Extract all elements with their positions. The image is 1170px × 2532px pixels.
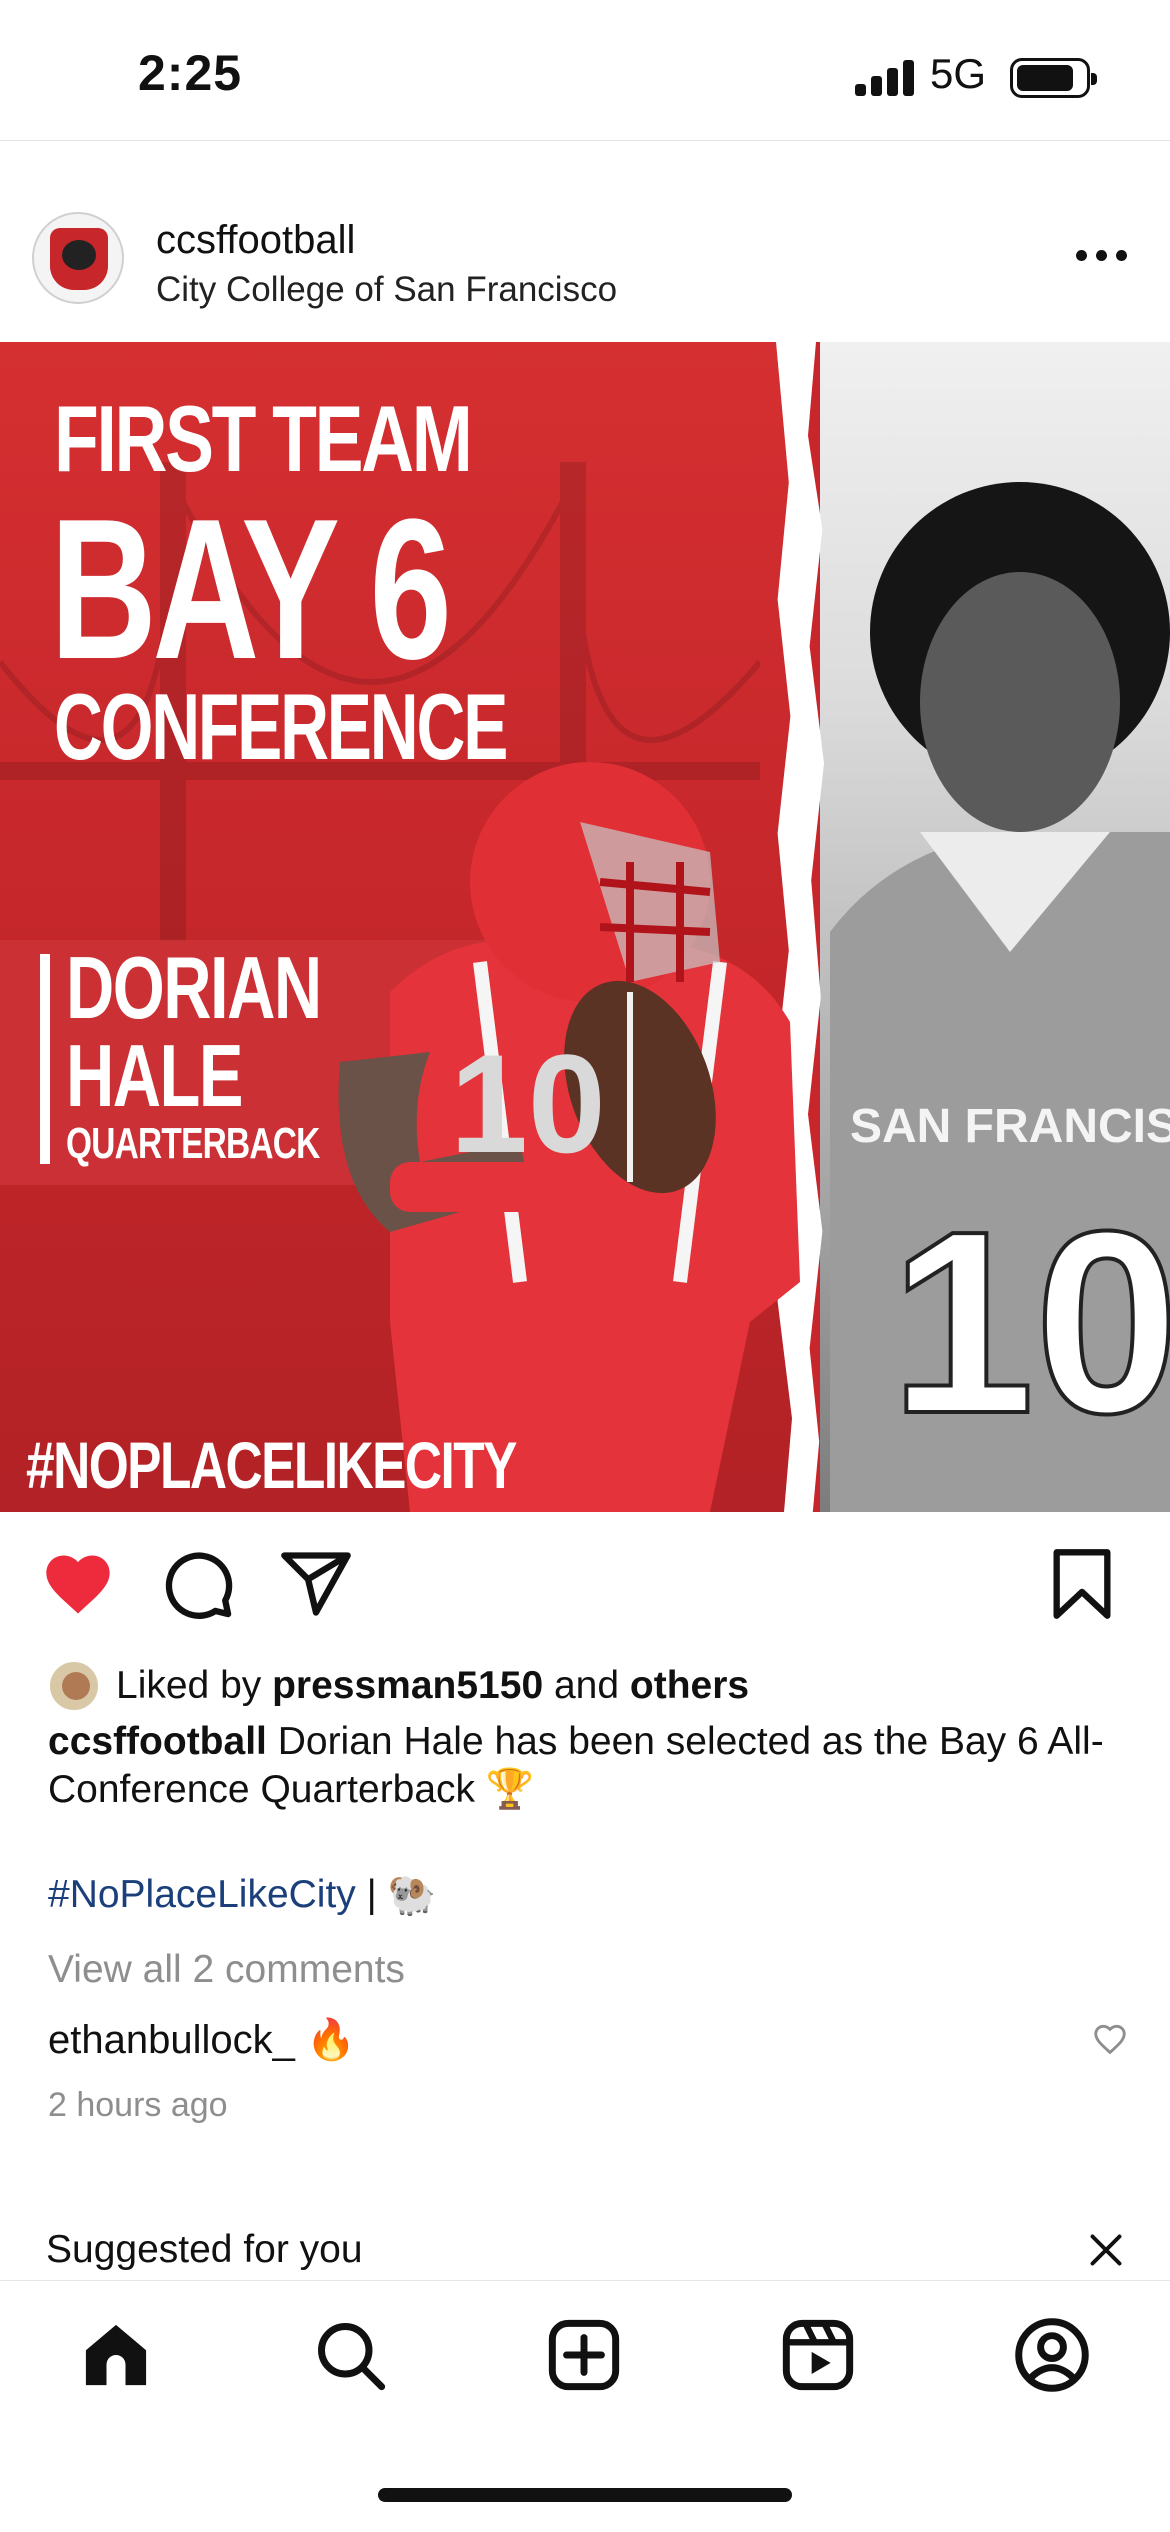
likes-connector: and xyxy=(553,1664,620,1707)
player-last-name: HALE xyxy=(66,1026,244,1125)
post-image[interactable]: FIRST TEAM BAY 6 CONFERENCE DORIAN HALE … xyxy=(0,342,1170,1512)
hashtag-separator: | xyxy=(366,1873,377,1916)
comment-username[interactable]: ethanbullock_ xyxy=(48,2018,295,2062)
likes-summary[interactable]: Liked by pressman5150 and others xyxy=(48,1656,749,1716)
header-divider xyxy=(0,140,1170,141)
post-header: ccsffootball City College of San Francis… xyxy=(0,190,1170,340)
post-location[interactable]: City College of San Francisco xyxy=(156,270,617,310)
profile-icon[interactable] xyxy=(1014,2317,1090,2393)
likes-user[interactable]: pressman5150 xyxy=(272,1664,543,1708)
view-comments-link[interactable]: View all 2 comments xyxy=(48,1948,405,1992)
home-indicator[interactable] xyxy=(378,2488,792,2502)
signal-bars-icon xyxy=(855,58,915,96)
hashtag-row: #NoPlaceLikeCity | 🐏 xyxy=(48,1872,436,1918)
status-bar: 2:25 5G xyxy=(0,0,1170,140)
jersey-number-right: 10 xyxy=(890,1178,1170,1468)
comment-like-icon[interactable] xyxy=(1090,2020,1130,2058)
jersey-text-right: SAN FRANCISCO xyxy=(850,1100,1170,1153)
post-actions xyxy=(0,1512,1170,1652)
post-caption: ccsffootball Dorian Hale has been select… xyxy=(48,1718,1128,1814)
player-portrait: SAN FRANCISCO 10 xyxy=(830,482,1170,1512)
search-icon[interactable] xyxy=(312,2317,388,2393)
hashtag-link[interactable]: #NoPlaceLikeCity xyxy=(48,1873,356,1917)
share-icon[interactable] xyxy=(278,1546,354,1622)
status-time: 2:25 xyxy=(138,45,243,101)
ram-emoji: 🐏 xyxy=(387,1874,437,1917)
player-first-name: DORIAN xyxy=(66,938,322,1037)
image-headline-1: FIRST TEAM xyxy=(54,386,473,491)
comment-row: ethanbullock_ 🔥 xyxy=(48,2016,356,2063)
comment-icon[interactable] xyxy=(160,1546,236,1622)
more-options-icon[interactable] xyxy=(1076,250,1128,264)
image-headline-3: CONFERENCE xyxy=(54,674,508,779)
likes-prefix: Liked by xyxy=(116,1664,262,1707)
trophy-emoji: 🏆 xyxy=(485,1768,535,1811)
likes-others[interactable]: others xyxy=(630,1664,749,1708)
reels-icon[interactable] xyxy=(780,2317,856,2393)
fire-emoji: 🔥 xyxy=(305,2018,356,2062)
close-icon[interactable] xyxy=(1088,2232,1124,2268)
home-icon[interactable] xyxy=(78,2317,154,2393)
account-avatar[interactable] xyxy=(32,212,124,304)
suggested-heading: Suggested for you xyxy=(46,2228,363,2271)
post-username[interactable]: ccsffootball xyxy=(156,218,355,263)
liker-avatar xyxy=(48,1660,100,1712)
create-post-icon[interactable] xyxy=(546,2317,622,2393)
heart-filled-icon[interactable] xyxy=(40,1546,116,1622)
player-action-figure: 10 xyxy=(338,762,800,1512)
battery-icon xyxy=(1010,58,1097,98)
image-headline-2: BAY 6 xyxy=(50,478,452,701)
player-name-bar xyxy=(40,954,50,1164)
bookmark-icon[interactable] xyxy=(1044,1546,1120,1622)
image-hashtag: #NOPLACELIKECITY xyxy=(26,1428,517,1502)
network-label: 5G xyxy=(930,50,987,97)
player-position: QUARTERBACK xyxy=(66,1119,320,1168)
jersey-number-left: 10 xyxy=(450,1025,606,1182)
caption-username[interactable]: ccsffootball xyxy=(48,1720,267,1763)
post-timestamp: 2 hours ago xyxy=(48,2086,228,2124)
